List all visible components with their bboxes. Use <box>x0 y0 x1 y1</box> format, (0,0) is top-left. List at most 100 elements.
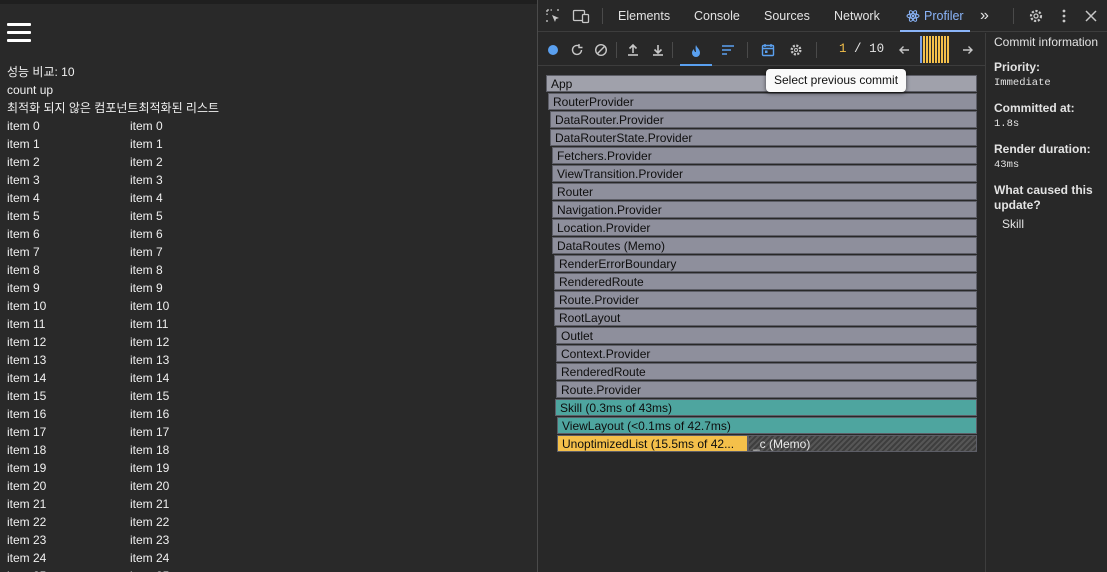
flamegraph-bar[interactable]: Location.Provider <box>552 219 977 236</box>
unoptimized-list-item: item 12 <box>7 335 47 349</box>
settings-gear-icon[interactable] <box>1027 7 1045 25</box>
previous-commit-tooltip: Select previous commit <box>766 69 907 92</box>
ranked-view-icon[interactable] <box>720 42 736 58</box>
commit-bar[interactable] <box>944 35 946 63</box>
commit-bar[interactable] <box>935 35 937 63</box>
devtools-panel: Elements Console Sources Network Profile… <box>538 0 1107 572</box>
flamegraph-bar[interactable]: Skill (0.3ms of 43ms) <box>555 399 977 416</box>
unoptimized-list-item: item 22 <box>7 515 47 529</box>
flamegraph-bar[interactable]: DataRouter.Provider <box>550 111 977 128</box>
commit-counter: 1 / 10 <box>839 33 884 66</box>
flamegraph-bar[interactable]: DataRouterState.Provider <box>550 129 977 146</box>
flamegraph-bar[interactable]: RouterProvider <box>548 93 977 110</box>
toolbar-separator <box>672 42 673 58</box>
commit-total: 10 <box>869 42 885 56</box>
tab-sources[interactable]: Sources <box>764 0 810 32</box>
flamegraph-bar[interactable]: RootLayout <box>554 309 977 326</box>
flamegraph-bar[interactable]: RenderedRoute <box>554 273 977 290</box>
commit-bar[interactable] <box>947 35 949 63</box>
commit-separator: / <box>854 42 862 56</box>
flamegraph-bar[interactable]: ViewLayout (<0.1ms of 42.7ms) <box>557 417 977 434</box>
optimized-list-item: item 22 <box>130 515 170 529</box>
commit-current: 1 <box>839 42 847 56</box>
unoptimized-list-item: item 7 <box>7 245 40 259</box>
unoptimized-list-item: item 3 <box>7 173 40 187</box>
next-commit-arrow-icon[interactable] <box>960 42 976 58</box>
flamegraph-bar[interactable]: RenderErrorBoundary <box>554 255 977 272</box>
optimized-list-item: item 5 <box>130 209 163 223</box>
list-headers: 최적화 되지 않은 컴포넌트최적화된 리스트 <box>7 101 220 115</box>
flamegraph-bar[interactable]: UnoptimizedList (15.5ms of 42... <box>557 435 748 452</box>
toolbar-separator <box>616 42 617 58</box>
commit-bar[interactable] <box>932 35 934 63</box>
flamegraph-bar[interactable]: Navigation.Provider <box>552 201 977 218</box>
more-tabs-icon[interactable]: » <box>980 0 989 32</box>
flamegraph-bar[interactable]: ViewTransition.Provider <box>552 165 977 182</box>
commit-info-title: Commit information <box>994 35 1099 49</box>
hamburger-menu-icon[interactable] <box>7 23 31 43</box>
load-profile-icon[interactable] <box>625 42 641 58</box>
inspect-element-icon[interactable] <box>544 7 562 25</box>
unoptimized-list-item: item 13 <box>7 353 47 367</box>
optimized-list-item: item 14 <box>130 371 170 385</box>
selected-commit-bar[interactable] <box>920 36 922 63</box>
list-row: item 20 item 20 <box>7 477 267 495</box>
committed-at-label: Committed at: <box>994 101 1075 115</box>
flamegraph-bar[interactable]: DataRoutes (Memo) <box>552 237 977 254</box>
flamegraph-bar[interactable]: RenderedRoute <box>556 363 977 380</box>
flamegraph-bar[interactable]: Router <box>552 183 977 200</box>
tab-profiler-label: Profiler <box>924 9 964 23</box>
kebab-menu-icon[interactable] <box>1056 7 1072 25</box>
flamegraph-bar[interactable]: Fetchers.Provider <box>552 147 977 164</box>
profiler-settings-icon[interactable] <box>788 42 804 58</box>
commit-bar[interactable] <box>923 35 925 63</box>
tab-profiler[interactable]: Profiler <box>900 0 970 32</box>
count-up-button[interactable]: count up <box>7 81 53 99</box>
update-cause-component[interactable]: Skill <box>994 217 1099 231</box>
item-lists: item 0 item 0 item 1 item 1 item 2 item 2 item… <box>7 117 267 572</box>
commit-bar[interactable] <box>926 35 928 63</box>
unoptimized-list-item: item 11 <box>7 317 46 331</box>
unoptimized-list-item: item 4 <box>7 191 40 205</box>
list-row: item 0 item 0 <box>7 117 267 135</box>
commit-bar[interactable] <box>941 35 943 63</box>
list-row: item 18 item 18 <box>7 441 267 459</box>
profiler-toolbar: 1 / 10 <box>538 33 985 66</box>
reload-profile-icon[interactable] <box>569 42 585 58</box>
tab-network[interactable]: Network <box>834 0 880 32</box>
flamegraph-bar[interactable]: _c (Memo) <box>748 435 977 452</box>
optimized-list-item: item 4 <box>130 191 163 205</box>
optimized-list-item: item 2 <box>130 155 163 169</box>
close-devtools-icon[interactable] <box>1082 7 1100 25</box>
flamegraph-bar[interactable]: Context.Provider <box>556 345 977 362</box>
optimized-list-item: item 18 <box>130 443 170 457</box>
flamegraph-bar[interactable]: Outlet <box>556 327 977 344</box>
list-row: item 1 item 1 <box>7 135 267 153</box>
unoptimized-list-item: item 10 <box>7 299 47 313</box>
save-profile-icon[interactable] <box>650 42 666 58</box>
previous-commit-arrow-icon[interactable] <box>896 42 912 58</box>
clear-profile-icon[interactable] <box>593 42 609 58</box>
tab-console[interactable]: Console <box>694 0 740 32</box>
toolbar-separator <box>816 42 817 58</box>
flamegraph-view-icon[interactable] <box>680 38 712 66</box>
commit-bar[interactable] <box>929 35 931 63</box>
timeline-calendar-icon[interactable] <box>760 42 776 58</box>
list-row: item 15 item 15 <box>7 387 267 405</box>
device-toolbar-icon[interactable] <box>571 7 591 25</box>
list-row: item 5 item 5 <box>7 207 267 225</box>
list-row: item 14 item 14 <box>7 369 267 387</box>
record-icon[interactable] <box>546 42 560 58</box>
unoptimized-list-item: item 18 <box>7 443 47 457</box>
tab-elements[interactable]: Elements <box>618 0 670 32</box>
update-cause-label: What caused this update? <box>994 183 1093 212</box>
commit-selector-bars[interactable] <box>920 35 949 63</box>
flamegraph-bar[interactable]: Route.Provider <box>556 381 977 398</box>
optimized-list-item: item 13 <box>130 353 170 367</box>
unoptimized-list-item: item 25 <box>7 567 46 572</box>
flamegraph-bar[interactable]: Route.Provider <box>554 291 977 308</box>
unoptimized-list-item: item 1 <box>7 137 40 151</box>
commit-bar[interactable] <box>938 35 940 63</box>
flamegraph-bar[interactable]: App <box>546 75 977 92</box>
unoptimized-list-item: item 17 <box>7 425 47 439</box>
